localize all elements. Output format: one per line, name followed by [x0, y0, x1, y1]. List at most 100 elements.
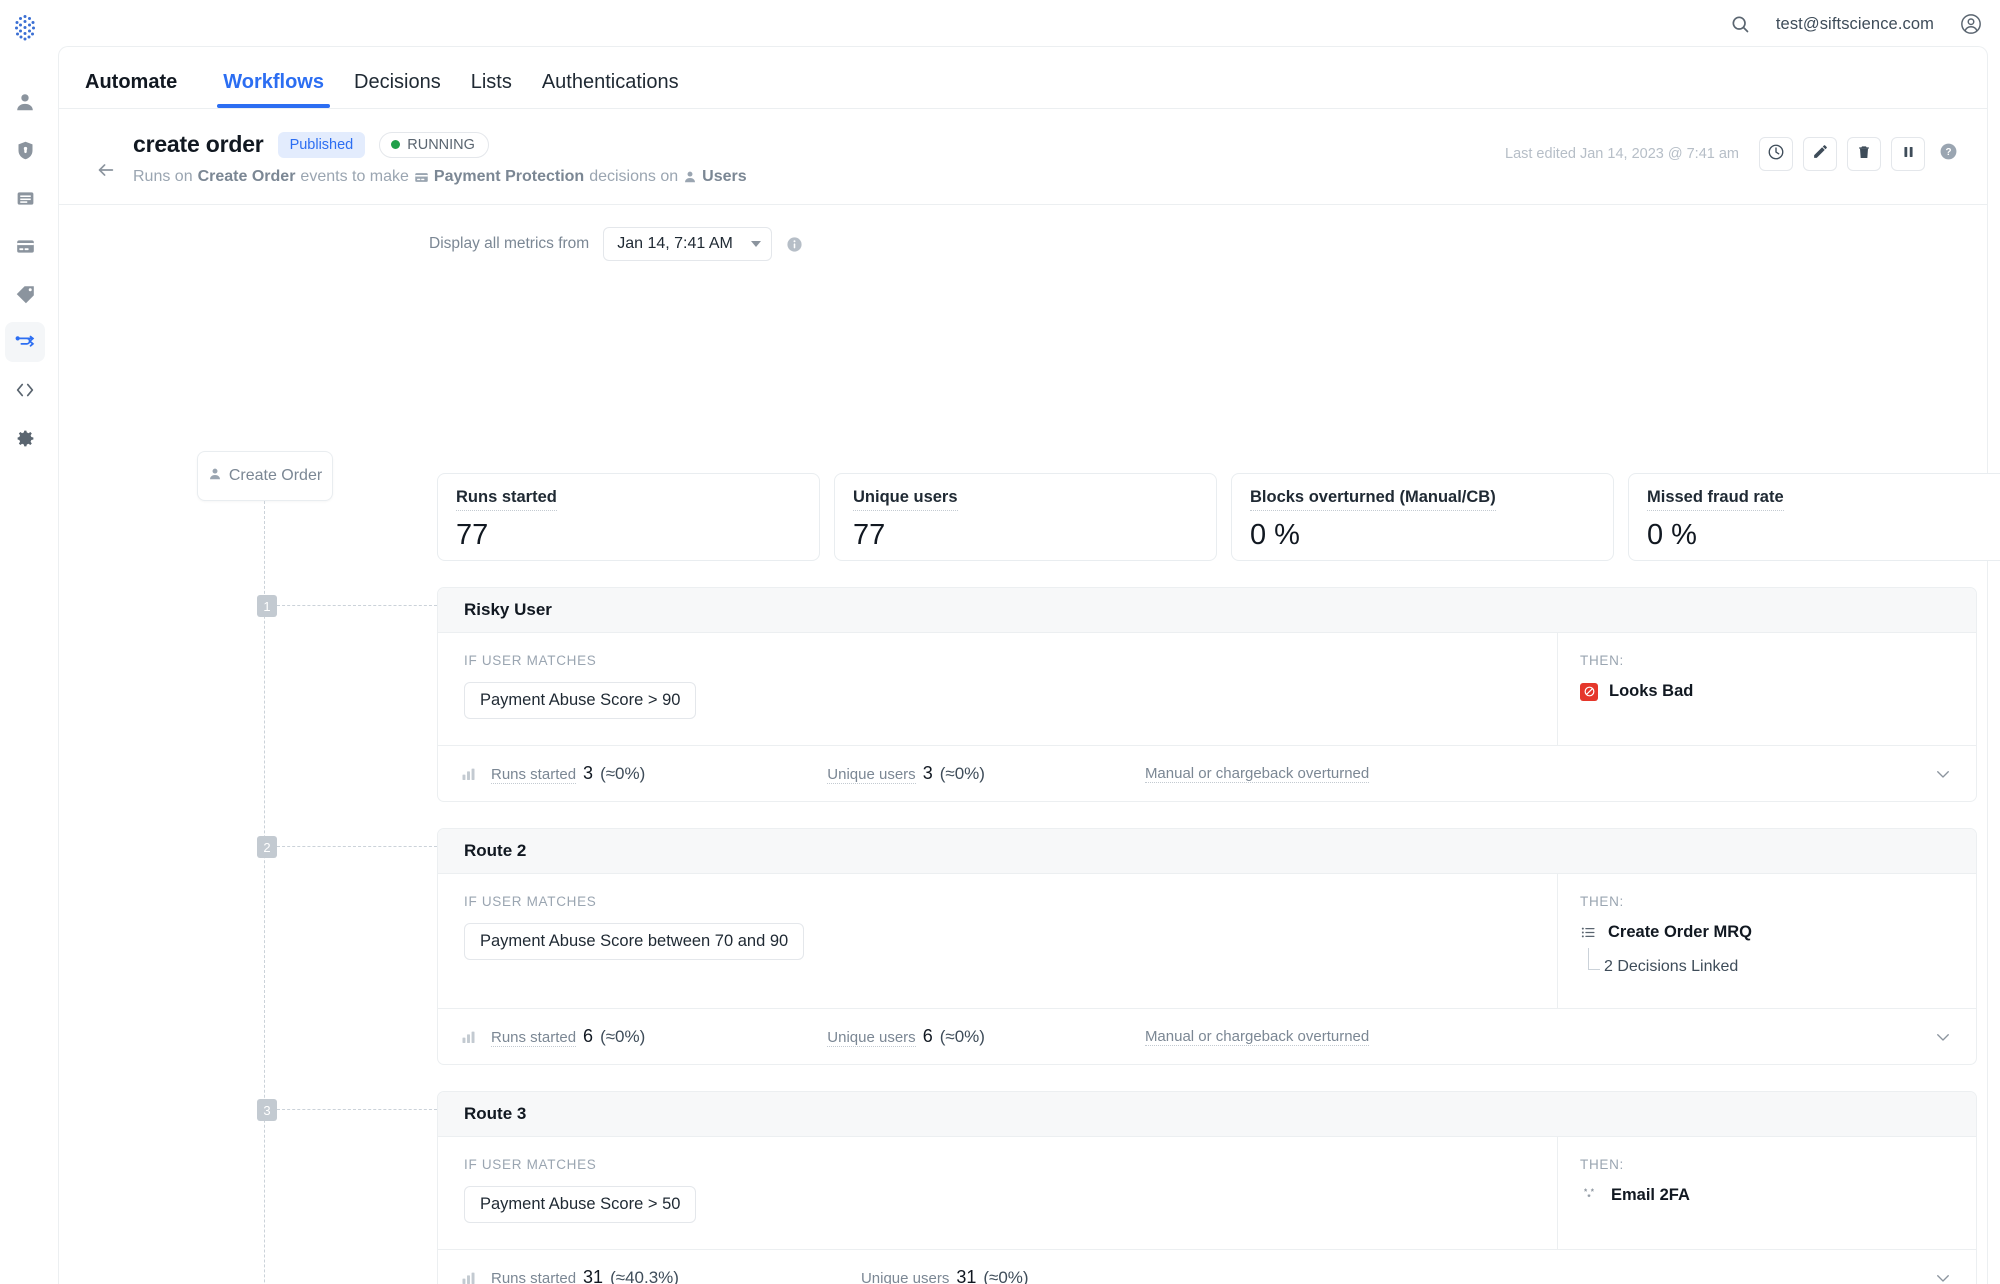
sidebar-item-content[interactable]	[5, 178, 45, 218]
search-icon[interactable]	[1730, 14, 1750, 34]
stat-overturned: Manual or chargeback overturned	[1145, 1028, 1369, 1046]
help-circle-icon: ?	[1939, 142, 1958, 166]
status-badge-running: RUNNING	[379, 132, 489, 158]
tab-authentications[interactable]: Authentications	[540, 71, 681, 108]
stat-value: 3	[583, 763, 593, 784]
edit-button[interactable]	[1803, 137, 1837, 171]
help-button[interactable]: ?	[1935, 141, 1961, 167]
condition-chip[interactable]: Payment Abuse Score > 50	[464, 1186, 696, 1223]
route-then-section: THEN: * * * Email 2	[1558, 1137, 1976, 1249]
then-action-label: Create Order MRQ	[1608, 923, 1752, 942]
person-icon	[14, 91, 36, 113]
stat-pct: (≈40.3%)	[610, 1268, 679, 1284]
stat-unique-users: Unique users 31 (≈0%)	[861, 1267, 1029, 1284]
sidebar-item-payments[interactable]	[5, 226, 45, 266]
bar-chart-icon	[460, 1270, 477, 1284]
metric-card-missed-fraud-rate: Missed fraud rate 0 %	[1628, 473, 2000, 561]
then-label: THEN:	[1580, 653, 1954, 668]
back-arrow-icon[interactable]	[95, 159, 117, 181]
code-icon	[14, 379, 36, 401]
route-then-section: THEN:	[1558, 874, 1976, 1008]
running-label: RUNNING	[407, 137, 475, 153]
desc-event: Create Order	[198, 168, 296, 186]
route-title: Route 3	[438, 1092, 1976, 1137]
chevron-down-icon[interactable]	[1934, 1269, 1952, 1284]
then-action[interactable]: * * * Email 2FA	[1580, 1186, 1954, 1205]
app-root: test@siftscience.com	[0, 0, 2000, 1284]
account-email: test@siftscience.com	[1776, 15, 1934, 34]
metrics-range-select[interactable]: Jan 14, 7:41 AM	[603, 227, 772, 261]
stat-unique-users: Unique users 6 (≈0%)	[827, 1026, 985, 1047]
sift-logo[interactable]	[6, 8, 44, 46]
then-action[interactable]: Looks Bad	[1580, 682, 1954, 701]
asterisks-icon: * * *	[1580, 1187, 1600, 1205]
desc-middle: events to make	[300, 168, 409, 186]
nav-brand: Automate	[83, 71, 195, 108]
route-card-risky-user: Risky User IF USER MATCHES Payment Abuse…	[437, 587, 1977, 802]
bar-chart-icon	[460, 766, 477, 782]
metric-value: 0 %	[1647, 519, 1992, 552]
tab-workflows[interactable]: Workflows	[221, 71, 326, 108]
history-button[interactable]	[1759, 137, 1793, 171]
route-body: IF USER MATCHES Payment Abuse Score > 90…	[438, 633, 1976, 745]
person-icon	[683, 170, 697, 184]
routes-list: 1 Risky User IF USER MATCHES Payment Abu…	[437, 587, 1977, 1284]
route-if-section: IF USER MATCHES Payment Abuse Score betw…	[438, 874, 1558, 1008]
then-label: THEN:	[1580, 894, 1954, 909]
chevron-down-icon[interactable]	[1934, 1028, 1952, 1046]
account-circle-icon[interactable]	[1960, 13, 1982, 35]
delete-button[interactable]	[1847, 137, 1881, 171]
then-label: THEN:	[1580, 1157, 1954, 1172]
condition-chip[interactable]: Payment Abuse Score between 70 and 90	[464, 923, 804, 960]
condition-chip[interactable]: Payment Abuse Score > 90	[464, 682, 696, 719]
gear-icon	[15, 428, 36, 449]
route-body: IF USER MATCHES Payment Abuse Score > 50…	[438, 1137, 1976, 1249]
decisions-linked-label[interactable]: 2 Decisions Linked	[1588, 948, 1954, 976]
sidebar-item-promotions[interactable]	[5, 274, 45, 314]
queue-list-icon	[1580, 924, 1597, 941]
stat-value: 31	[956, 1267, 976, 1284]
top-bar: test@siftscience.com	[0, 0, 2000, 48]
route-if-section: IF USER MATCHES Payment Abuse Score > 50	[438, 1137, 1558, 1249]
route-item: 1 Risky User IF USER MATCHES Payment Abu…	[437, 587, 1977, 802]
desc-product: Payment Protection	[434, 168, 584, 186]
tab-lists[interactable]: Lists	[469, 71, 514, 108]
chevron-down-icon	[751, 241, 761, 247]
stat-pct: (≈0%)	[600, 764, 645, 784]
stat-pct: (≈0%)	[983, 1268, 1028, 1284]
flow-node-create-order[interactable]: Create Order	[197, 451, 333, 501]
sidebar-item-protect[interactable]	[5, 130, 45, 170]
chevron-down-icon[interactable]	[1934, 765, 1952, 783]
shield-icon	[15, 140, 36, 161]
then-action[interactable]: Create Order MRQ	[1580, 923, 1954, 942]
clock-icon	[1767, 143, 1785, 166]
stat-runs-started: Runs started 31 (≈40.3%)	[491, 1267, 679, 1284]
metric-label: Unique users	[853, 488, 958, 511]
stat-runs-started: Runs started 3 (≈0%)	[491, 763, 645, 784]
sidebar-item-developer[interactable]	[5, 370, 45, 410]
sidebar-item-automate[interactable]	[5, 322, 45, 362]
pause-button[interactable]	[1891, 137, 1925, 171]
stat-value: 6	[583, 1026, 593, 1047]
route-connector	[277, 605, 437, 606]
last-edited-label: Last edited Jan 14, 2023 @ 7:41 am	[1505, 146, 1739, 162]
info-icon[interactable]	[786, 236, 803, 253]
nav-tabs: Automate Workflows Decisions Lists Authe…	[59, 47, 1987, 109]
stat-pct: (≈0%)	[940, 1027, 985, 1047]
sidebar-item-settings[interactable]	[5, 418, 45, 458]
route-index-badge: 2	[257, 836, 277, 858]
metric-card-runs-started: Runs started 77	[437, 473, 820, 561]
flow-connector-vertical	[264, 501, 265, 1284]
stat-pct: (≈0%)	[940, 764, 985, 784]
credit-card-icon	[414, 170, 429, 185]
metric-value: 77	[456, 519, 801, 552]
metric-label: Blocks overturned (Manual/CB)	[1250, 488, 1496, 511]
metrics-range-label: Display all metrics from	[429, 235, 589, 253]
metrics-range-control: Display all metrics from Jan 14, 7:41 AM	[429, 227, 803, 261]
route-title: Risky User	[438, 588, 1976, 633]
route-stats: Runs started 31 (≈40.3%) Unique users 31…	[438, 1249, 1976, 1284]
route-connector	[277, 846, 437, 847]
tab-decisions[interactable]: Decisions	[352, 71, 443, 108]
sidebar-item-users[interactable]	[5, 82, 45, 122]
stat-value: 3	[923, 763, 933, 784]
